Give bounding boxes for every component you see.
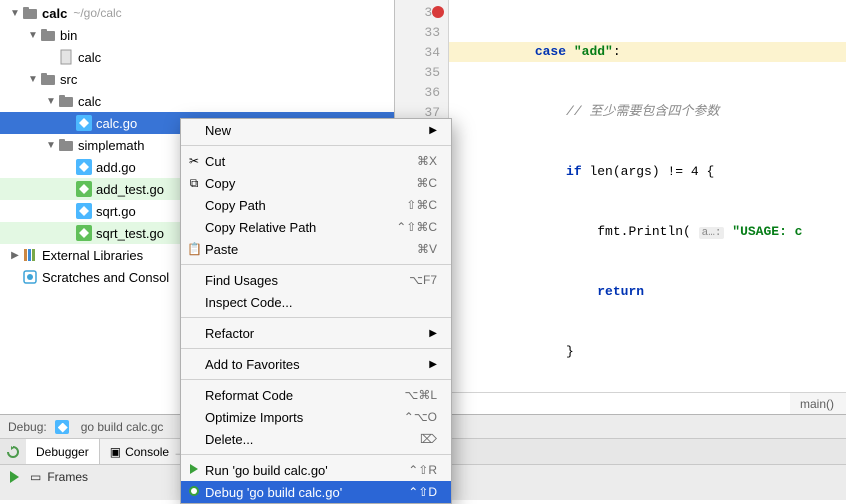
copy-icon: ⧉ (187, 176, 201, 191)
scratches-icon (22, 269, 38, 285)
menu-item-label: Copy Relative Path (205, 220, 316, 235)
breakpoint-icon[interactable] (432, 6, 444, 18)
debug-config: go build calc.gc (73, 420, 172, 434)
tree-folder-bin[interactable]: ▼ bin (0, 24, 394, 46)
go-test-icon (76, 181, 92, 197)
folder-icon (40, 71, 56, 87)
frames-label: Frames (47, 470, 88, 484)
folder-icon (58, 93, 74, 109)
menu-item-reformat-code[interactable]: Reformat Code ⌥⌘L (181, 384, 451, 406)
code-text[interactable]: case "add": // 至少需要包含四个参数 if len(args) !… (449, 0, 846, 392)
go-file-icon (76, 159, 92, 175)
menu-item-delete[interactable]: Delete... ⌦ (181, 428, 451, 450)
submenu-arrow-icon: ▶ (429, 125, 437, 136)
frames-icon: ▭ (30, 470, 41, 484)
menu-item-label: Reformat Code (205, 388, 293, 403)
run-icon (187, 463, 201, 477)
console-icon: ▣ (110, 445, 121, 459)
menu-shortcut: ⌥⌘L (404, 388, 437, 402)
submenu-arrow-icon: ▶ (429, 359, 437, 370)
context-menu[interactable]: New ▶ ✂ Cut ⌘X ⧉ Copy ⌘C Copy Path ⇧⌘C Copy Relati… (180, 118, 452, 504)
menu-item-copy[interactable]: ⧉ Copy ⌘C (181, 172, 451, 194)
menu-item-label: Paste (205, 242, 238, 257)
menu-item-label: Run 'go build calc.go' (205, 463, 328, 478)
menu-item-label: Cut (205, 154, 225, 169)
tree-root[interactable]: ▼ calc ~/go/calc (0, 2, 394, 24)
tree-folder-src[interactable]: ▼ src (0, 68, 394, 90)
folder-icon (22, 5, 38, 21)
menu-shortcut: ⌘V (417, 242, 437, 256)
menu-item-inspect-code[interactable]: Inspect Code... (181, 291, 451, 313)
menu-item-label: New (205, 123, 231, 138)
go-file-icon (76, 115, 92, 131)
menu-item-label: Debug 'go build calc.go' (205, 485, 342, 500)
root-path: ~/go/calc (73, 6, 121, 20)
tree-file-calc-bin[interactable]: calc (0, 46, 394, 68)
menu-shortcut: ⌃⇧R (408, 463, 437, 477)
libraries-icon (22, 247, 38, 263)
debug-icon (187, 485, 201, 499)
menu-shortcut: ⌥F7 (409, 273, 437, 287)
breadcrumb[interactable]: main() (800, 397, 834, 411)
menu-shortcut: ⇧⌘C (406, 198, 437, 212)
menu-item-label: Find Usages (205, 273, 278, 288)
menu-shortcut: ⌃⌥O (404, 410, 437, 424)
menu-item-paste[interactable]: 📋 Paste ⌘V (181, 238, 451, 260)
menu-item-refactor[interactable]: Refactor ▶ (181, 322, 451, 344)
menu-item-label: Inspect Code... (205, 295, 292, 310)
go-test-icon (76, 225, 92, 241)
menu-shortcut: ⌦ (420, 432, 437, 446)
menu-separator (181, 348, 451, 349)
menu-item-copy-path[interactable]: Copy Path ⇧⌘C (181, 194, 451, 216)
menu-shortcut: ⌘X (417, 154, 437, 168)
file-icon (58, 49, 74, 65)
tab-debugger[interactable]: Debugger (26, 439, 100, 464)
menu-item-run-go-build-calc-go[interactable]: Run 'go build calc.go' ⌃⇧R (181, 459, 451, 481)
menu-shortcut: ⌘C (416, 176, 437, 190)
menu-item-new[interactable]: New ▶ (181, 119, 451, 141)
resume-icon[interactable] (10, 471, 19, 483)
menu-separator (181, 145, 451, 146)
folder-icon (58, 137, 74, 153)
menu-separator (181, 379, 451, 380)
menu-separator (181, 317, 451, 318)
menu-item-label: Optimize Imports (205, 410, 303, 425)
cut-icon: ✂ (187, 154, 201, 168)
code-editor[interactable]: 32 33 34 35 36 37 case "add": // 至少需要包含四… (395, 0, 846, 392)
menu-item-cut[interactable]: ✂ Cut ⌘X (181, 150, 451, 172)
submenu-arrow-icon: ▶ (429, 328, 437, 339)
breadcrumb-bar: main() (395, 392, 846, 414)
paste-icon: 📋 (187, 242, 201, 256)
menu-item-optimize-imports[interactable]: Optimize Imports ⌃⌥O (181, 406, 451, 428)
folder-icon (40, 27, 56, 43)
go-file-icon (55, 420, 69, 434)
menu-item-label: Copy (205, 176, 235, 191)
menu-item-add-to-favorites[interactable]: Add to Favorites ▶ (181, 353, 451, 375)
menu-item-copy-relative-path[interactable]: Copy Relative Path ⌃⇧⌘C (181, 216, 451, 238)
menu-shortcut: ⌃⇧⌘C (396, 220, 437, 234)
menu-separator (181, 454, 451, 455)
menu-item-label: Add to Favorites (205, 357, 300, 372)
root-name: calc (42, 6, 67, 21)
go-file-icon (76, 203, 92, 219)
menu-separator (181, 264, 451, 265)
tree-folder-calc[interactable]: ▼ calc (0, 90, 394, 112)
rerun-button[interactable] (0, 439, 26, 465)
menu-item-find-usages[interactable]: Find Usages ⌥F7 (181, 269, 451, 291)
menu-item-label: Refactor (205, 326, 254, 341)
menu-item-label: Delete... (205, 432, 253, 447)
debug-title: Debug: (0, 420, 55, 434)
menu-shortcut: ⌃⇧D (408, 485, 437, 499)
menu-item-label: Copy Path (205, 198, 266, 213)
